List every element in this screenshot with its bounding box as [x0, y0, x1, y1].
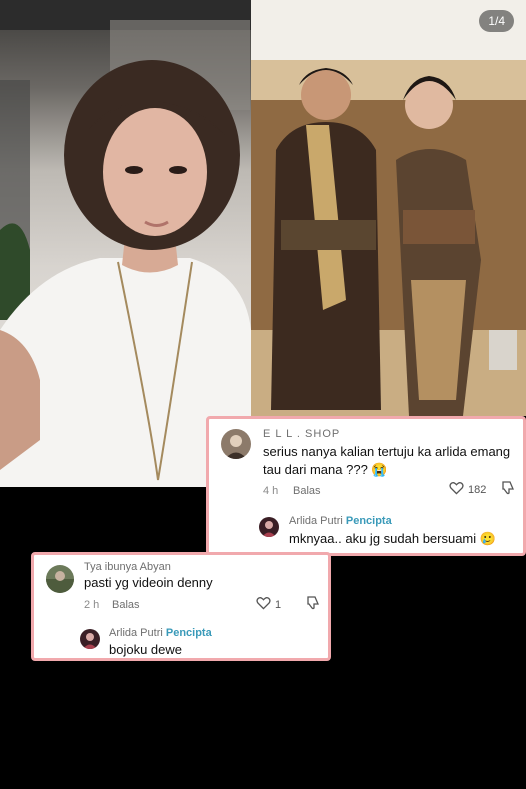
comment-card-2: Tya ibunya Abyan pasti yg videoin denny … — [31, 552, 331, 661]
comment-time: 4 h — [263, 485, 279, 497]
user-avatar[interactable] — [221, 429, 251, 459]
couple-batik-illustration — [251, 0, 526, 416]
right-image-couple: 1/4 — [251, 0, 526, 416]
reply-username[interactable]: Arlida Putri Pencipta — [109, 627, 212, 639]
comment-card-1: E L L . SHOP serius nanya kalian tertuju… — [206, 416, 526, 556]
comment-text: pasti yg videoin denny — [84, 575, 213, 590]
comment-text: serius nanya kalian tertuju ka arlida em… — [263, 444, 511, 477]
reply-text: bojoku dewe — [109, 642, 182, 657]
heart-icon — [449, 481, 464, 498]
comment-username[interactable]: E L L . SHOP — [263, 428, 340, 440]
like-button[interactable]: 182 — [449, 481, 486, 498]
creator-avatar[interactable] — [80, 629, 100, 649]
reply-text: mknyaa.. aku jg sudah bersuami 🥲 — [289, 531, 496, 546]
reply-username-text: Arlida Putri — [109, 627, 163, 639]
creator-avatar[interactable] — [259, 517, 279, 537]
woman-selfie-illustration — [0, 0, 251, 487]
comment-time: 2 h — [84, 599, 100, 611]
creator-badge: Pencipta — [345, 515, 392, 527]
reply-username-text: Arlida Putri — [289, 515, 343, 527]
comment-username[interactable]: Tya ibunya Abyan — [84, 561, 171, 573]
reply-button[interactable]: Balas — [112, 599, 140, 611]
page-indicator: 1/4 — [479, 10, 514, 32]
left-video-frame — [0, 0, 251, 487]
dislike-icon[interactable] — [306, 596, 320, 615]
like-button[interactable]: 1 — [256, 596, 281, 613]
like-count: 1 — [275, 598, 282, 611]
user-avatar[interactable] — [46, 565, 74, 593]
like-count: 182 — [468, 483, 487, 496]
creator-badge: Pencipta — [165, 627, 212, 639]
dislike-icon[interactable] — [501, 481, 515, 500]
heart-icon — [256, 596, 271, 613]
reply-button[interactable]: Balas — [293, 485, 321, 497]
reply-username[interactable]: Arlida Putri Pencipta — [289, 515, 392, 527]
